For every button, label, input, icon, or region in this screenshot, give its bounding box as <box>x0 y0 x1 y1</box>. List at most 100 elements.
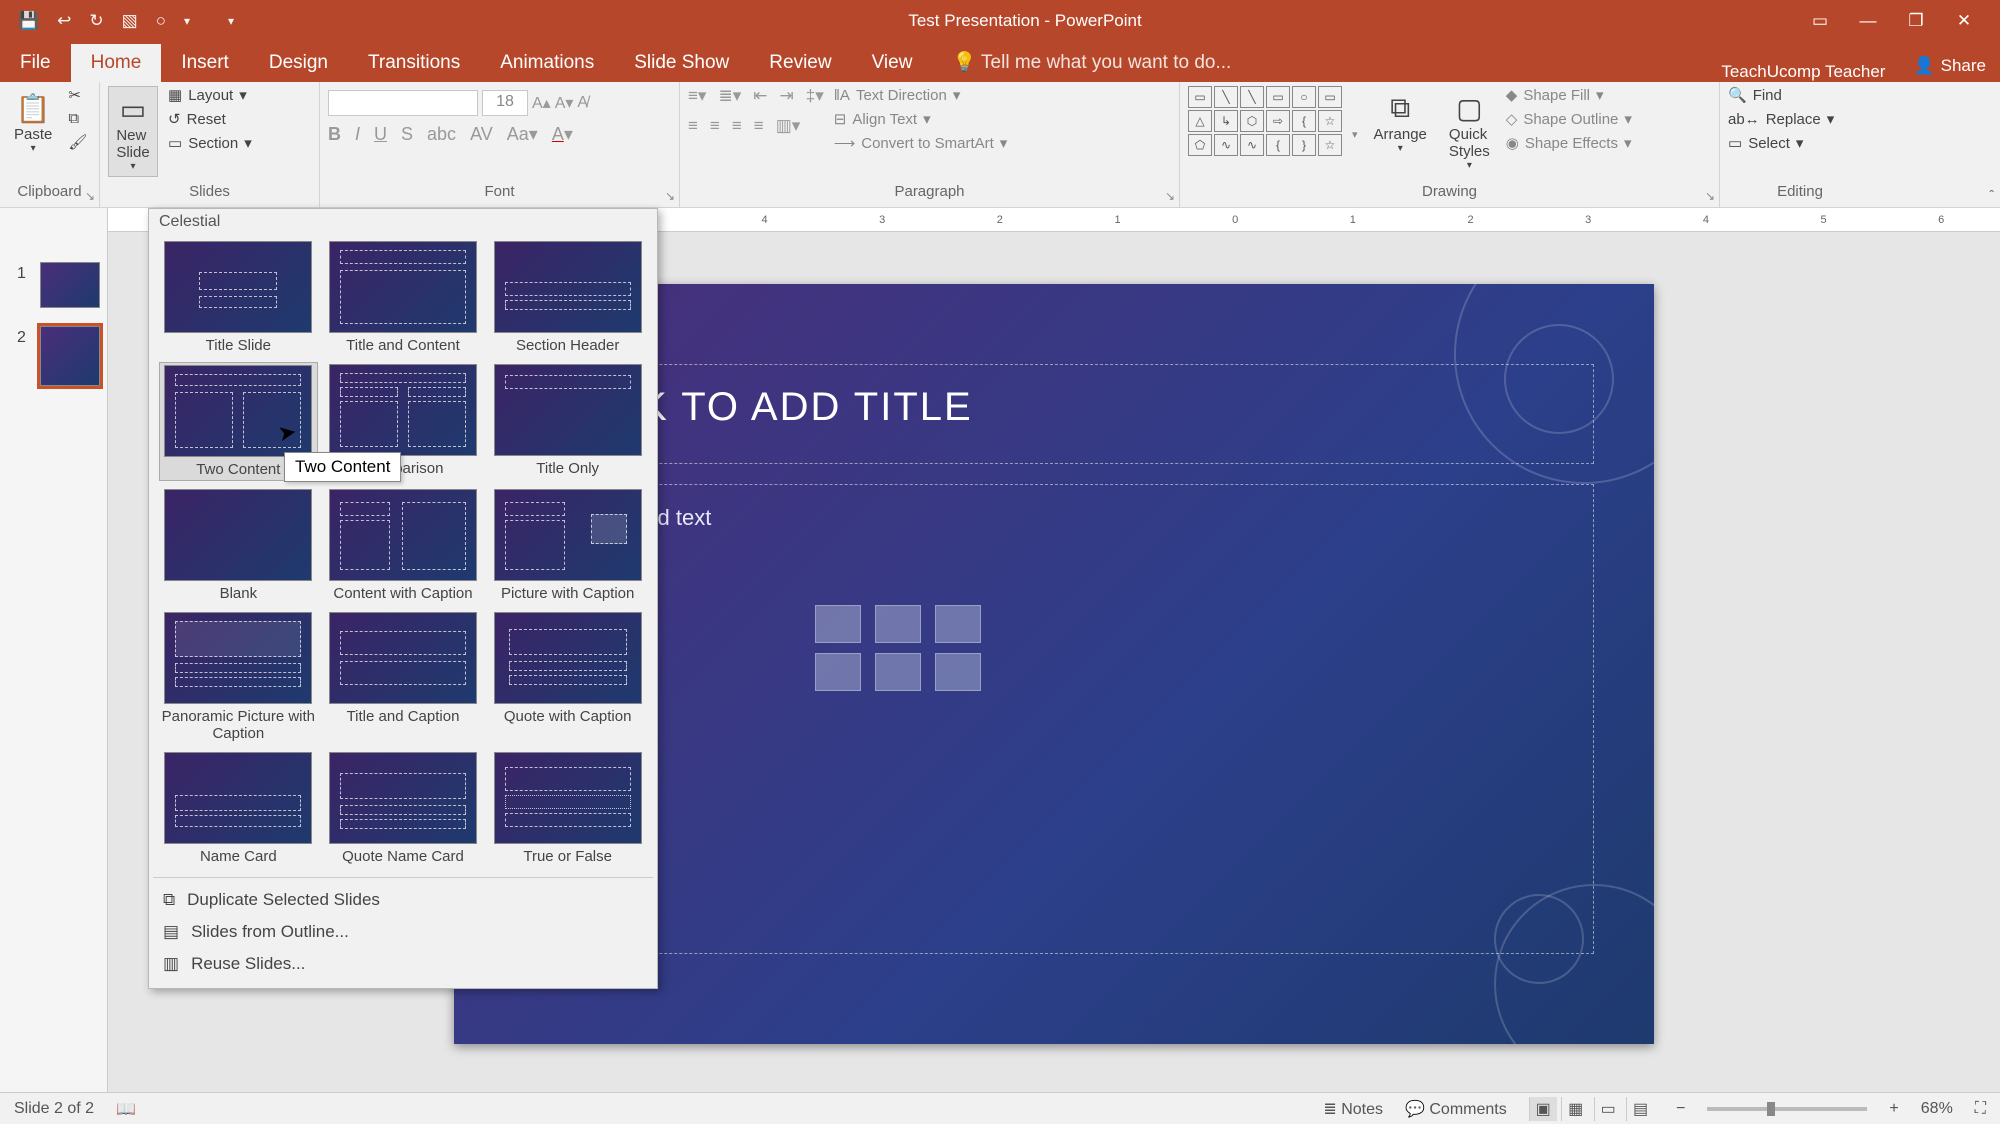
shadow-icon[interactable]: S <box>401 124 413 145</box>
underline-icon[interactable]: U <box>374 124 387 145</box>
replace-button[interactable]: ab↔ Replace ▾ <box>1728 110 1834 128</box>
layout-quote-with-caption[interactable]: Quote with Caption <box>488 610 647 744</box>
layout-true-or-false[interactable]: True or False <box>488 750 647 867</box>
user-name[interactable]: TeachUcomp Teacher <box>1707 62 1899 82</box>
layout-panoramic-picture[interactable]: Panoramic Picture with Caption <box>159 610 318 744</box>
tab-home[interactable]: Home <box>71 44 162 82</box>
change-case-icon[interactable]: Aa▾ <box>507 124 538 145</box>
tab-file[interactable]: File <box>0 44 71 82</box>
increase-font-icon[interactable]: A▴ <box>532 93 551 113</box>
reading-view-icon[interactable]: ▭ <box>1594 1097 1622 1121</box>
layout-title-slide[interactable]: Title Slide <box>159 239 318 356</box>
justify-icon[interactable]: ≡ <box>754 116 764 136</box>
arrange-button[interactable]: ⧉ Arrange▾ <box>1368 86 1433 158</box>
find-button[interactable]: 🔍 Find <box>1728 86 1834 104</box>
minimize-icon[interactable]: — <box>1856 11 1880 31</box>
layout-title-only[interactable]: Title Only <box>488 362 647 481</box>
slides-from-outline-menu[interactable]: ▤Slides from Outline... <box>149 916 657 948</box>
slide-thumbnail-2[interactable]: 2 <box>40 326 100 386</box>
paste-button[interactable]: 📋 Paste▾ <box>8 86 58 158</box>
insert-table-icon[interactable] <box>815 605 861 643</box>
align-text-button[interactable]: ⊟ Align Text ▾ <box>834 110 1008 128</box>
strikethrough-icon[interactable]: abc <box>427 124 456 145</box>
font-family-input[interactable] <box>328 90 478 116</box>
layout-picture-with-caption[interactable]: Picture with Caption <box>488 487 647 604</box>
shape-outline-button[interactable]: ◇ Shape Outline ▾ <box>1506 110 1632 128</box>
italic-icon[interactable]: I <box>355 124 360 145</box>
dialog-launcher-icon[interactable]: ↘ <box>1705 189 1715 203</box>
insert-video-icon[interactable] <box>935 653 981 691</box>
fit-to-window-icon[interactable]: ⛶ <box>1975 1100 1986 1118</box>
notes-button[interactable]: ≣ Notes <box>1323 1099 1383 1119</box>
title-placeholder[interactable]: CLICK TO ADD TITLE <box>514 364 1594 464</box>
tab-review[interactable]: Review <box>749 44 851 82</box>
decrease-indent-icon[interactable]: ⇤ <box>753 86 767 106</box>
close-icon[interactable]: ✕ <box>1952 11 1976 31</box>
text-direction-button[interactable]: ‖A Text Direction ▾ <box>834 86 1008 104</box>
numbering-icon[interactable]: ≣▾ <box>718 86 741 106</box>
maximize-icon[interactable]: ❐ <box>1904 11 1928 31</box>
undo-icon[interactable]: ↩ <box>57 11 71 31</box>
ribbon-display-icon[interactable]: ▭ <box>1808 11 1832 31</box>
qat-customize-icon[interactable]: ▾ <box>228 14 234 28</box>
char-spacing-icon[interactable]: AV <box>470 124 493 145</box>
layout-blank[interactable]: Blank <box>159 487 318 604</box>
dialog-launcher-icon[interactable]: ↘ <box>1165 189 1175 203</box>
columns-icon[interactable]: ▥▾ <box>776 116 801 136</box>
align-center-icon[interactable]: ≡ <box>710 116 720 136</box>
align-right-icon[interactable]: ≡ <box>732 116 742 136</box>
section-button[interactable]: ▭ Section ▾ <box>168 134 252 152</box>
increase-indent-icon[interactable]: ⇥ <box>779 86 793 106</box>
new-slide-button[interactable]: ▭ New Slide▾ <box>108 86 158 177</box>
tab-insert[interactable]: Insert <box>161 44 249 82</box>
insert-online-picture-icon[interactable] <box>875 653 921 691</box>
zoom-percent[interactable]: 68% <box>1921 1100 1953 1118</box>
align-left-icon[interactable]: ≡ <box>688 116 698 136</box>
tab-animations[interactable]: Animations <box>480 44 614 82</box>
zoom-out-icon[interactable]: − <box>1676 1100 1685 1118</box>
redo-icon[interactable]: ↻ <box>89 11 103 31</box>
format-painter-icon[interactable]: 🖌 <box>68 133 87 151</box>
font-color-icon[interactable]: A▾ <box>552 124 573 145</box>
tab-view[interactable]: View <box>852 44 933 82</box>
layout-content-with-caption[interactable]: Content with Caption <box>324 487 483 604</box>
layout-name-card[interactable]: Name Card <box>159 750 318 867</box>
dialog-launcher-icon[interactable]: ↘ <box>665 189 675 203</box>
shapes-more-icon[interactable]: ▾ <box>1352 128 1358 141</box>
convert-smartart-button[interactable]: ⟶ Convert to SmartArt ▾ <box>834 134 1008 152</box>
slide-thumbnail-1[interactable]: 1 <box>40 262 100 308</box>
tab-transitions[interactable]: Transitions <box>348 44 480 82</box>
shape-fill-button[interactable]: ◆ Shape Fill ▾ <box>1506 86 1632 104</box>
insert-chart-icon[interactable] <box>875 605 921 643</box>
comments-button[interactable]: 💬 Comments <box>1405 1099 1507 1119</box>
qat-more-icon[interactable]: ▾ <box>184 14 190 28</box>
layout-title-and-content[interactable]: Title and Content <box>324 239 483 356</box>
shape-effects-button[interactable]: ◉ Shape Effects ▾ <box>1506 134 1632 152</box>
copy-icon[interactable]: ⧉ <box>68 110 87 127</box>
dialog-launcher-icon[interactable]: ↘ <box>85 189 95 203</box>
clear-formatting-icon[interactable]: A̸ <box>577 94 588 112</box>
save-icon[interactable]: 💾 <box>18 11 39 31</box>
cut-icon[interactable]: ✂ <box>68 86 87 104</box>
zoom-in-icon[interactable]: + <box>1889 1100 1898 1118</box>
tab-design[interactable]: Design <box>249 44 348 82</box>
reset-button[interactable]: ↺ Reset <box>168 110 252 128</box>
shapes-gallery[interactable]: ▭╲╲▭○▭ △↳⬡⇨{☆ ⬠∿∿{}☆ <box>1188 86 1342 156</box>
insert-smartart-icon[interactable] <box>935 605 981 643</box>
font-size-input[interactable]: 18 <box>482 90 528 116</box>
bullets-icon[interactable]: ≡▾ <box>688 86 706 106</box>
spellcheck-icon[interactable]: 📖 <box>116 1099 136 1119</box>
insert-picture-icon[interactable] <box>815 653 861 691</box>
select-button[interactable]: ▭ Select ▾ <box>1728 134 1834 152</box>
layout-button[interactable]: ▦ Layout ▾ <box>168 86 252 104</box>
layout-section-header[interactable]: Section Header <box>488 239 647 356</box>
quick-styles-button[interactable]: ▢ Quick Styles▾ <box>1443 86 1496 175</box>
duplicate-slides-menu[interactable]: ⧉Duplicate Selected Slides <box>149 884 657 916</box>
bold-icon[interactable]: B <box>328 124 341 145</box>
reuse-slides-menu[interactable]: ▥Reuse Slides... <box>149 948 657 980</box>
zoom-slider[interactable] <box>1707 1107 1867 1111</box>
start-from-beginning-icon[interactable]: ▧ <box>122 11 138 31</box>
content-placeholder[interactable]: • Click to add text <box>514 484 1594 954</box>
touch-mode-icon[interactable]: ○ <box>156 11 166 31</box>
layout-title-and-caption[interactable]: Title and Caption <box>324 610 483 744</box>
